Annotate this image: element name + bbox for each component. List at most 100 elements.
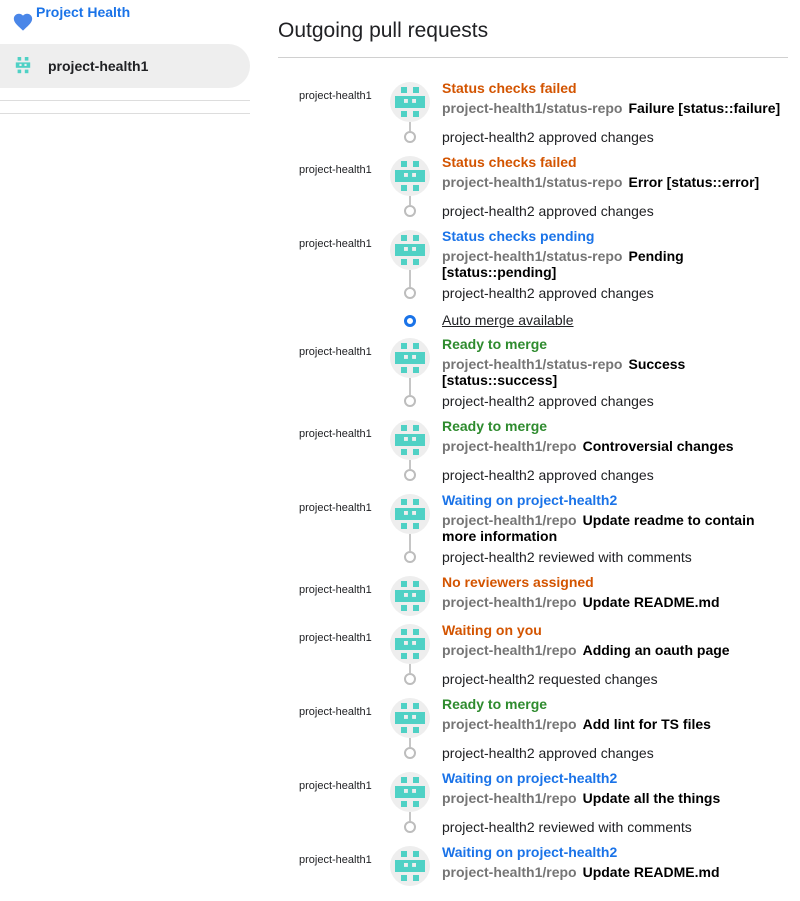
avatar-icon [390, 698, 430, 738]
pr-author: project-health1 [299, 90, 372, 102]
pr-author: project-health1 [299, 164, 372, 176]
pr-repo: project-health1/status-repo [442, 356, 623, 372]
timeline-dot-icon [404, 747, 416, 759]
pr-title[interactable]: Failure [status::failure] [628, 100, 780, 116]
divider [0, 100, 250, 101]
pr-title[interactable]: Adding an oauth page [583, 642, 730, 658]
pr-repo: project-health1/repo [442, 716, 577, 732]
timeline-line [409, 664, 411, 673]
pr-line[interactable]: project-health1/repo Update all the thing… [442, 790, 792, 806]
timeline-dot-icon [404, 131, 416, 143]
avatar-icon [390, 576, 430, 616]
pr-line[interactable]: project-health1/repo Update readme to con… [442, 512, 792, 544]
pr-author: project-health1 [299, 780, 372, 792]
pr-repo: project-health1/repo [442, 512, 577, 528]
timeline-dot-icon [404, 551, 416, 563]
pr-title[interactable]: Add lint for TS files [583, 716, 711, 732]
pr-status: Status checks pending [442, 228, 595, 244]
heart-icon [12, 11, 34, 33]
pr-line[interactable]: project-health1/repo Controversial change… [442, 438, 792, 454]
review-event: project-health2 approved changes [442, 467, 654, 483]
timeline-line [409, 460, 411, 469]
timeline-line [409, 196, 411, 205]
pr-repo: project-health1/status-repo [442, 100, 623, 116]
pr-author: project-health1 [299, 428, 372, 440]
divider [0, 113, 250, 114]
review-event: project-health2 approved changes [442, 285, 654, 301]
timeline-dot-icon [404, 673, 416, 685]
brand[interactable] [12, 10, 34, 34]
avatar-icon [390, 846, 430, 886]
pr-title[interactable]: Update README.md [583, 864, 720, 880]
pr-status: Waiting on you [442, 622, 542, 638]
pr-status: Status checks failed [442, 154, 577, 170]
avatar-icon [390, 420, 430, 460]
review-event: project-health2 approved changes [442, 203, 654, 219]
pr-author: project-health1 [299, 502, 372, 514]
sidebar-item-label: project-health1 [48, 58, 149, 74]
pr-title[interactable]: Error [status::error] [628, 174, 759, 190]
timeline-line [409, 270, 411, 287]
timeline-line [409, 534, 411, 551]
review-event: project-health2 approved changes [442, 129, 654, 145]
pr-line[interactable]: project-health1/status-repo Error [status… [442, 174, 792, 190]
timeline-line [409, 812, 411, 821]
pr-status: Ready to merge [442, 696, 548, 712]
pr-title[interactable]: Update README.md [583, 594, 720, 610]
pr-status: Ready to merge [442, 336, 548, 352]
pr-repo: project-health1/repo [442, 790, 577, 806]
avatar-icon [390, 772, 430, 812]
avatar-icon [390, 82, 430, 122]
radio-icon[interactable] [404, 315, 416, 327]
pr-status: No reviewers assigned [442, 574, 594, 590]
pr-status: Waiting on project-health2 [442, 492, 618, 508]
timeline-line [409, 738, 411, 747]
pr-author: project-health1 [299, 238, 372, 250]
timeline-line [409, 378, 411, 395]
pr-line[interactable]: project-health1/status-repo Success [stat… [442, 356, 792, 388]
timeline-dot-icon [404, 469, 416, 481]
pr-author: project-health1 [299, 854, 372, 866]
sidebar: Project Health project-health1 [0, 0, 250, 901]
pr-line[interactable]: project-health1/repo Update README.md [442, 594, 792, 610]
timeline-dot-icon [404, 395, 416, 407]
pr-author: project-health1 [299, 632, 372, 644]
pr-status: Waiting on project-health2 [442, 770, 618, 786]
avatar-icon [390, 156, 430, 196]
pr-title[interactable]: Update all the things [583, 790, 721, 806]
pr-line[interactable]: project-health1/status-repo Pending [stat… [442, 248, 792, 280]
brand-label[interactable]: Project Health [36, 4, 130, 20]
pr-status: Status checks failed [442, 80, 577, 96]
avatar-icon [390, 230, 430, 270]
review-event: project-health2 approved changes [442, 393, 654, 409]
pr-repo: project-health1/repo [442, 594, 577, 610]
pr-repo: project-health1/repo [442, 642, 577, 658]
pr-line[interactable]: project-health1/repo Add lint for TS file… [442, 716, 792, 732]
timeline-dot-icon [404, 205, 416, 217]
pr-author: project-health1 [299, 706, 372, 718]
avatar-icon [390, 624, 430, 664]
sidebar-item-user[interactable]: project-health1 [0, 44, 250, 88]
pr-title[interactable]: Controversial changes [583, 438, 734, 454]
pr-line[interactable]: project-health1/repo Adding an oauth page [442, 642, 792, 658]
pr-repo: project-health1/repo [442, 438, 577, 454]
pr-author: project-health1 [299, 346, 372, 358]
pr-repo: project-health1/repo [442, 864, 577, 880]
pr-status: Waiting on project-health2 [442, 844, 618, 860]
pr-line[interactable]: project-health1/repo Update README.md [442, 864, 792, 880]
pr-repo: project-health1/status-repo [442, 248, 623, 264]
timeline-dot-icon [404, 821, 416, 833]
pr-repo: project-health1/status-repo [442, 174, 623, 190]
pr-status: Ready to merge [442, 418, 548, 434]
auto-merge-link[interactable]: Auto merge available [442, 312, 574, 328]
page-title: Outgoing pull requests [278, 19, 489, 42]
review-event: project-health2 requested changes [442, 671, 658, 687]
user-avatar-icon [14, 57, 32, 75]
pr-line[interactable]: project-health1/status-repo Failure [stat… [442, 100, 792, 116]
auto-merge-row[interactable]: Auto merge available [278, 312, 678, 330]
timeline-line [409, 122, 411, 131]
timeline-dot-icon [404, 287, 416, 299]
avatar-icon [390, 494, 430, 534]
avatar-icon [390, 338, 430, 378]
pr-author: project-health1 [299, 584, 372, 596]
